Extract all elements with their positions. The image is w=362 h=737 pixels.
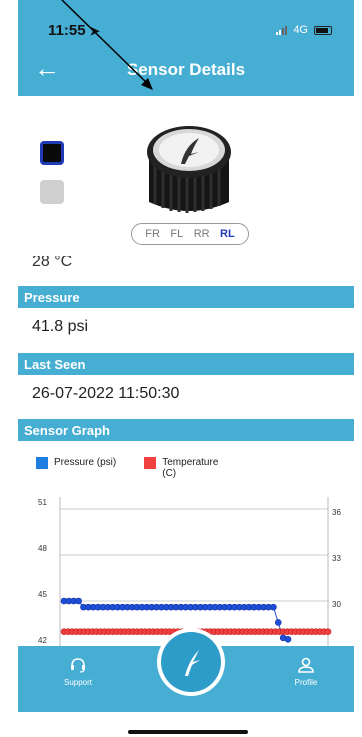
y-left-tick-label: 45 xyxy=(38,590,47,599)
sensor-area: FR FL RR RL 28 °C xyxy=(18,96,354,286)
status-time: 11:55 ➤ xyxy=(48,22,100,39)
brand-logo-icon xyxy=(161,632,221,692)
chart-legend: Pressure (psi) Temperature (C) xyxy=(36,457,218,479)
legend-pressure: Pressure (psi) xyxy=(36,457,116,479)
y-left-tick-label: 48 xyxy=(38,544,47,553)
last-seen-value: 26-07-2022 11:50:30 xyxy=(32,385,180,402)
sensor-cap-image xyxy=(147,126,231,213)
headset-icon xyxy=(71,658,85,673)
nav-support[interactable]: Support xyxy=(48,656,108,687)
y-left-tick-label: 51 xyxy=(38,498,47,507)
sensor-graph: Pressure (psi) Temperature (C) 51 48 45 42 3… xyxy=(18,447,354,647)
y-left-tick-label: 42 xyxy=(38,636,47,645)
device-frame-left xyxy=(0,0,18,737)
sensor-select-active[interactable] xyxy=(40,141,64,165)
page-title: Sensor Details xyxy=(126,60,246,79)
position-rr[interactable]: RR xyxy=(194,228,210,240)
data-point xyxy=(274,619,282,626)
position-selector[interactable]: FR FL RR RL xyxy=(131,223,249,245)
y-right-tick-label: 33 xyxy=(332,554,341,563)
legend-temperature-label: Temperature (C) xyxy=(162,457,219,479)
chart-svg: 5148454236333027 xyxy=(38,497,341,647)
device-frame-right xyxy=(354,0,362,737)
sensor-select-inactive[interactable] xyxy=(40,180,64,204)
user-icon xyxy=(298,657,314,673)
data-point xyxy=(284,636,292,643)
data-point xyxy=(324,628,332,635)
app-header: 11:55 ➤ 4G ← Sensor Details xyxy=(18,0,354,96)
legend-pressure-swatch xyxy=(36,457,48,469)
home-logo-button[interactable] xyxy=(157,628,225,696)
position-rl[interactable]: RL xyxy=(220,228,235,240)
location-arrow-icon: ➤ xyxy=(89,24,100,38)
network-label: 4G xyxy=(293,24,308,36)
bottom-nav: Support Profile xyxy=(18,628,354,712)
y-right-tick-label: 30 xyxy=(332,600,341,609)
legend-pressure-label: Pressure (psi) xyxy=(54,457,117,468)
pressure-header: Pressure xyxy=(18,286,354,308)
page: 11:55 ➤ 4G ← Sensor Details FR FL RR RL … xyxy=(0,0,362,737)
status-indicators: 4G xyxy=(276,24,332,36)
y-right-tick-label: 36 xyxy=(332,508,341,517)
legend-temperature-swatch xyxy=(144,457,157,469)
signal-icon xyxy=(276,25,288,35)
data-point xyxy=(270,603,277,611)
last-seen-header: Last Seen xyxy=(18,353,354,375)
position-fl[interactable]: FL xyxy=(170,228,183,240)
nav-support-label: Support xyxy=(63,678,93,687)
phone-screen: 11:55 ➤ 4G ← Sensor Details FR FL RR RL … xyxy=(18,0,354,737)
sensor-graph-header: Sensor Graph xyxy=(18,419,354,441)
temperature-value-partial: 28 °C xyxy=(32,256,73,268)
pressure-value: 41.8 psi xyxy=(32,318,89,335)
nav-profile-label: Profile xyxy=(294,678,318,687)
data-point xyxy=(75,597,82,605)
status-time-text: 11:55 xyxy=(48,22,86,39)
home-indicator xyxy=(128,730,248,734)
nav-profile[interactable]: Profile xyxy=(276,656,336,687)
battery-icon xyxy=(314,25,332,35)
position-fr[interactable]: FR xyxy=(145,228,160,240)
legend-temperature: Temperature (C) xyxy=(144,457,218,479)
